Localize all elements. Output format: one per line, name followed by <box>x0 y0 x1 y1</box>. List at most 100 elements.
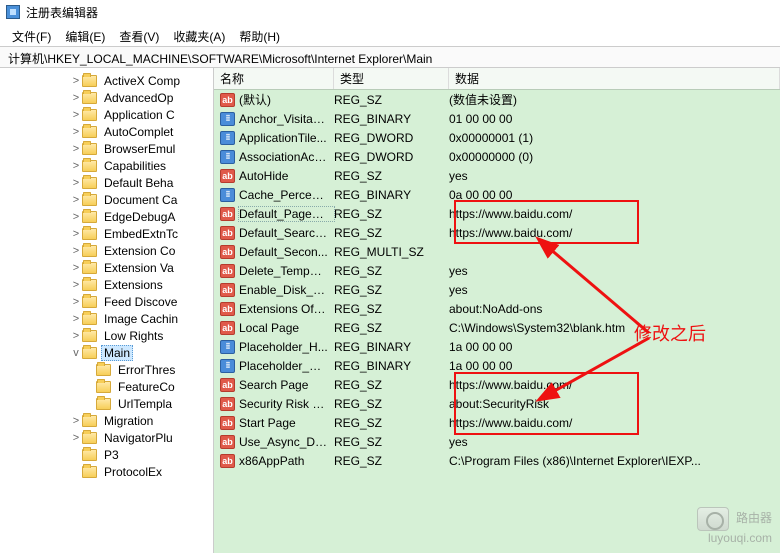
tree-label: Low Rights <box>101 329 166 343</box>
tree-item[interactable]: UrlTempla <box>0 395 213 412</box>
tree-item[interactable]: >Extension Va <box>0 259 213 276</box>
tree-item[interactable]: > Image Cachin <box>0 310 213 327</box>
value-type: REG_SZ <box>334 264 449 278</box>
expander-icon[interactable]: > <box>70 177 82 189</box>
tree-item[interactable]: >AdvancedOp <box>0 89 213 106</box>
expander-icon[interactable]: > <box>70 160 82 172</box>
tree-label: Capabilities <box>101 159 169 173</box>
tree-item[interactable]: >Feed Discove <box>0 293 213 310</box>
tree-label: Document Ca <box>101 193 180 207</box>
tree-item[interactable]: > Capabilities <box>0 157 213 174</box>
value-type: REG_BINARY <box>334 359 449 373</box>
folder-icon <box>82 466 97 478</box>
value-data: yes <box>449 169 780 183</box>
menu-file[interactable]: 文件(F) <box>6 26 57 44</box>
value-type: REG_SZ <box>334 93 449 107</box>
expander-icon[interactable]: > <box>70 262 82 274</box>
expander-icon[interactable]: > <box>70 126 82 138</box>
tree-item[interactable]: ErrorThres <box>0 361 213 378</box>
string-value-icon <box>220 302 235 316</box>
tree-item[interactable]: P3 <box>0 446 213 463</box>
tree-label: FeatureCo <box>115 380 178 394</box>
tree-item[interactable]: >Migration <box>0 412 213 429</box>
value-row[interactable]: x86AppPathREG_SZC:\Program Files (x86)\I… <box>214 451 780 470</box>
tree-item[interactable]: > AutoComplet <box>0 123 213 140</box>
tree-label: AutoComplet <box>101 125 176 139</box>
string-value-icon <box>220 226 235 240</box>
expander-icon[interactable]: > <box>70 245 82 257</box>
tree-item[interactable]: ProtocolEx <box>0 463 213 480</box>
folder-icon <box>82 126 97 138</box>
string-value-icon <box>220 283 235 297</box>
expander-icon[interactable]: > <box>70 432 82 444</box>
string-value-icon <box>220 378 235 392</box>
menu-view[interactable]: 查看(V) <box>113 26 165 44</box>
folder-icon <box>82 194 97 206</box>
tree-item[interactable]: > EmbedExtnTc <box>0 225 213 242</box>
tree-label: ErrorThres <box>115 363 178 377</box>
tree-label: Image Cachin <box>101 312 181 326</box>
value-row[interactable]: (默认)REG_SZ(数值未设置) <box>214 90 780 109</box>
tree-label: Extensions <box>101 278 166 292</box>
value-row[interactable]: ApplicationTile...REG_DWORD0x00000001 (1… <box>214 128 780 147</box>
expander-icon[interactable]: > <box>70 211 82 223</box>
expander-icon[interactable]: > <box>70 194 82 206</box>
tree-item[interactable]: > Low Rights <box>0 327 213 344</box>
tree-item[interactable]: >Application C <box>0 106 213 123</box>
value-name: Search Page <box>239 378 334 392</box>
value-name: ApplicationTile... <box>239 131 334 145</box>
tree-label: EmbedExtnTc <box>101 227 181 241</box>
tree-item[interactable]: >Default Beha <box>0 174 213 191</box>
col-header-data[interactable]: 数据 <box>449 68 780 89</box>
expander-icon[interactable]: v <box>70 347 82 359</box>
tree-label: ActiveX Comp <box>101 74 183 88</box>
value-row[interactable]: AutoHideREG_SZyes <box>214 166 780 185</box>
string-value-icon <box>220 264 235 278</box>
tree-pane[interactable]: >ActiveX Comp>AdvancedOp>Application C>A… <box>0 68 214 553</box>
tree-label: NavigatorPlu <box>101 431 176 445</box>
expander-icon[interactable]: > <box>70 228 82 240</box>
value-row[interactable]: AssociationActi...REG_DWORD0x00000000 (0… <box>214 147 780 166</box>
tree-item[interactable]: FeatureCo <box>0 378 213 395</box>
value-name: Start Page <box>239 416 334 430</box>
tree-item[interactable]: > ActiveX Comp <box>0 72 213 89</box>
value-row[interactable]: Enable_Disk_C...REG_SZyes <box>214 280 780 299</box>
tree-item[interactable]: > Document Ca <box>0 191 213 208</box>
tree-item[interactable]: >BrowserEmul <box>0 140 213 157</box>
tree-item[interactable]: > Extensions <box>0 276 213 293</box>
expander-icon[interactable]: > <box>70 143 82 155</box>
tree-item[interactable]: >EdgeDebugA <box>0 208 213 225</box>
expander-icon[interactable]: > <box>70 330 82 342</box>
address-bar[interactable]: 计算机\HKEY_LOCAL_MACHINE\SOFTWARE\Microsof… <box>0 46 780 68</box>
folder-icon <box>82 313 97 325</box>
string-value-icon <box>220 454 235 468</box>
expander-icon[interactable]: > <box>70 279 82 291</box>
expander-icon[interactable]: > <box>70 109 82 121</box>
tree-label: UrlTempla <box>115 397 175 411</box>
value-row[interactable]: Extensions Off ...REG_SZabout:NoAdd-ons <box>214 299 780 318</box>
menu-help[interactable]: 帮助(H) <box>233 26 286 44</box>
folder-icon <box>82 330 97 342</box>
value-name: Extensions Off ... <box>239 302 334 316</box>
tree-item[interactable]: > NavigatorPlu <box>0 429 213 446</box>
value-row[interactable]: Delete_Temp_F...REG_SZyes <box>214 261 780 280</box>
value-row[interactable]: Anchor_Visitati...REG_BINARY01 00 00 00 <box>214 109 780 128</box>
expander-icon[interactable]: > <box>70 415 82 427</box>
value-type: REG_MULTI_SZ <box>334 245 449 259</box>
expander-icon[interactable]: > <box>70 75 82 87</box>
string-value-icon <box>220 416 235 430</box>
col-header-type[interactable]: 类型 <box>334 68 449 89</box>
value-name: Anchor_Visitati... <box>239 112 334 126</box>
value-row[interactable]: Default_Secon...REG_MULTI_SZ <box>214 242 780 261</box>
menu-favorites[interactable]: 收藏夹(A) <box>167 26 231 44</box>
list-pane[interactable]: 名称 类型 数据 (默认)REG_SZ(数值未设置)Anchor_Visitat… <box>214 68 780 553</box>
value-data: 01 00 00 00 <box>449 112 780 126</box>
menu-edit[interactable]: 编辑(E) <box>59 26 111 44</box>
tree-item[interactable]: vMain <box>0 344 213 361</box>
expander-icon[interactable]: > <box>70 313 82 325</box>
string-value-icon <box>220 321 235 335</box>
col-header-name[interactable]: 名称 <box>214 68 334 89</box>
tree-item[interactable]: >Extension Co <box>0 242 213 259</box>
expander-icon[interactable]: > <box>70 92 82 104</box>
expander-icon[interactable]: > <box>70 296 82 308</box>
